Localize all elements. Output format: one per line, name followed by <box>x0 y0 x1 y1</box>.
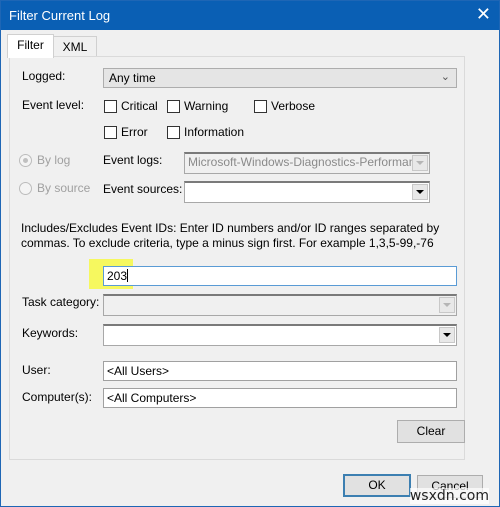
verbose-label: Verbose <box>271 99 316 113</box>
computers-label: Computer(s): <box>22 390 93 404</box>
keywords-label: Keywords: <box>22 326 79 340</box>
user-label: User: <box>22 363 51 377</box>
critical-label: Critical <box>121 99 158 113</box>
warning-checkbox[interactable] <box>167 100 180 113</box>
ok-button[interactable]: OK <box>343 474 411 497</box>
by-log-radio[interactable] <box>19 154 32 167</box>
event-ids-input[interactable]: 203 <box>103 266 457 286</box>
dropdown-arrow-icon <box>412 155 428 171</box>
critical-checkbox[interactable] <box>104 100 117 113</box>
filter-dialog: Filter Current Log ✕ Filter XML Logged: … <box>0 0 500 507</box>
watermark: wsxdn.com <box>409 488 489 504</box>
information-checkbox[interactable] <box>167 126 180 139</box>
computers-input[interactable]: <All Computers> <box>103 388 457 408</box>
verbose-checkbox[interactable] <box>254 100 267 113</box>
warning-label: Warning <box>184 99 229 113</box>
logged-label: Logged: <box>22 69 66 83</box>
task-category-dropdown[interactable] <box>103 294 457 316</box>
tab-filter[interactable]: Filter <box>7 34 54 58</box>
user-value: <All Users> <box>107 364 170 378</box>
logged-value: Any time <box>109 71 156 85</box>
event-level-label: Event level: <box>22 98 85 112</box>
task-category-label: Task category: <box>22 295 100 309</box>
event-ids-value: 203 <box>107 269 129 283</box>
dropdown-arrow-icon <box>439 327 455 343</box>
dropdown-arrow-icon <box>439 297 455 313</box>
close-icon[interactable]: ✕ <box>476 5 491 23</box>
tab-xml[interactable]: XML <box>53 36 97 57</box>
event-logs-dropdown[interactable]: Microsoft-Windows-Diagnostics-Performanc… <box>184 152 430 174</box>
dropdown-arrow-icon <box>412 184 428 200</box>
information-label: Information <box>184 125 245 139</box>
keywords-dropdown[interactable] <box>103 324 457 346</box>
computers-value: <All Computers> <box>107 391 197 405</box>
by-source-label: By source <box>37 181 91 195</box>
clear-button[interactable]: Clear <box>397 420 465 443</box>
user-input[interactable]: <All Users> <box>103 361 457 381</box>
event-sources-label: Event sources: <box>103 182 183 196</box>
by-log-label: By log <box>37 153 71 167</box>
error-label: Error <box>121 125 148 139</box>
dialog-title: Filter Current Log <box>9 8 111 23</box>
chevron-down-icon: ⌄ <box>440 71 450 83</box>
event-sources-dropdown[interactable] <box>184 181 430 203</box>
event-logs-label: Event logs: <box>103 153 163 167</box>
logged-dropdown[interactable]: Any time ⌄ <box>103 68 457 88</box>
error-checkbox[interactable] <box>104 126 117 139</box>
event-logs-value: Microsoft-Windows-Diagnostics-Performanc… <box>188 155 429 169</box>
event-ids-description: Includes/Excludes Event IDs: Enter ID nu… <box>21 221 440 250</box>
by-source-radio[interactable] <box>19 182 32 195</box>
title-bar: Filter Current Log ✕ <box>1 1 499 30</box>
